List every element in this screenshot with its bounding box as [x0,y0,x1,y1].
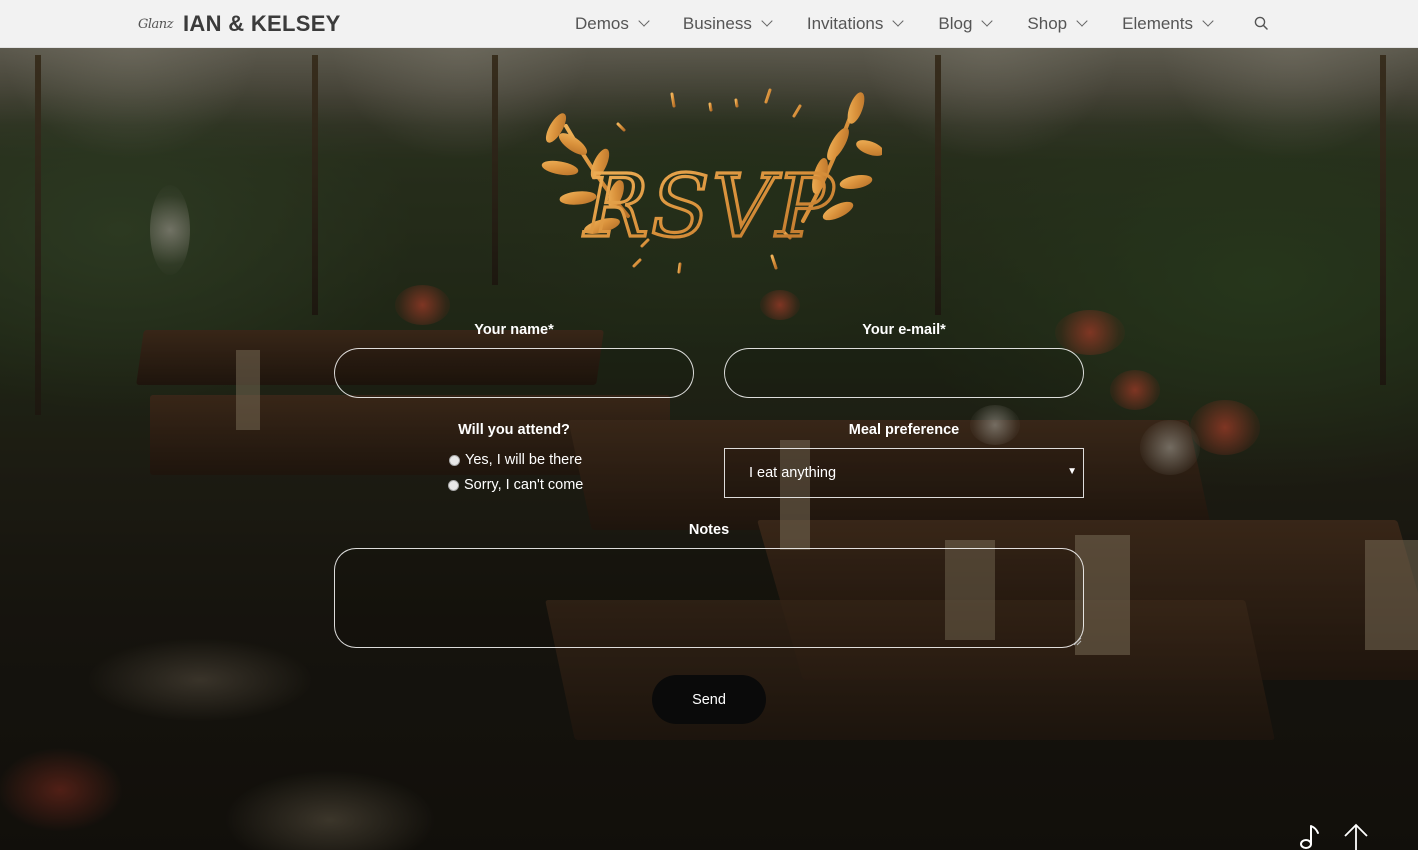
notes-label: Notes [688,522,730,538]
email-label: Your e-mail* [862,322,946,338]
site-logo[interactable]: Glanz IAN & KELSEY [138,9,341,39]
name-field[interactable] [334,348,694,398]
nav-item-label: Blog [938,13,973,33]
chevron-down-icon [1076,15,1088,27]
arrow-up-icon[interactable] [1342,822,1370,850]
chevron-down-icon [1202,15,1214,27]
nav-item-label: Elements [1122,13,1193,33]
nav-item-label: Demos [575,13,629,33]
attend-option-label: Yes, I will be there [465,452,583,468]
meal-selected-value: I eat anything [749,465,837,481]
chevron-down-icon [981,15,994,27]
main-nav: Demos Business Invitations Blog Shop Ele… [575,0,1214,47]
logo-name: IAN & KELSEY [183,11,341,36]
nav-item-demos[interactable]: Demos [575,13,650,34]
attend-option-no[interactable]: Sorry, I can't come [448,477,583,493]
nav-item-invitations[interactable]: Invitations [806,13,905,34]
music-note-icon[interactable] [1298,822,1320,850]
nav-item-label: Invitations [806,13,884,33]
meal-label: Meal preference [848,422,960,438]
name-label: Your name* [474,322,554,338]
caret-down-icon: ▼ [1067,466,1077,477]
nav-item-shop[interactable]: Shop [1027,13,1088,34]
meal-select[interactable]: I eat anything ▼ [724,448,1084,498]
attend-option-yes[interactable]: Yes, I will be there [449,452,582,468]
nav-item-label: Business [682,13,752,33]
radio-button[interactable] [448,479,459,491]
nav-item-label: Shop [1027,13,1068,33]
radio-button[interactable] [449,454,460,466]
nav-item-elements[interactable]: Elements [1122,13,1214,34]
site-header: Glanz IAN & KELSEY Demos Business Invita… [0,0,1418,48]
notes-textarea[interactable] [334,548,1084,648]
chevron-down-icon [892,15,905,27]
chevron-down-icon [761,15,773,27]
chevron-down-icon [638,15,650,27]
search-icon[interactable] [1254,16,1268,30]
attend-label: Will you attend? [458,422,570,438]
resize-handle-icon[interactable] [1072,636,1082,646]
nav-item-blog[interactable]: Blog [938,13,994,34]
send-button[interactable]: Send [652,675,766,724]
logo-script: Glanz [138,16,174,32]
rsvp-form: Your name* Your e-mail* Will you attend?… [0,0,1418,850]
email-field[interactable] [724,348,1084,398]
attend-option-label: Sorry, I can't come [464,477,584,493]
nav-item-business[interactable]: Business [682,13,773,34]
